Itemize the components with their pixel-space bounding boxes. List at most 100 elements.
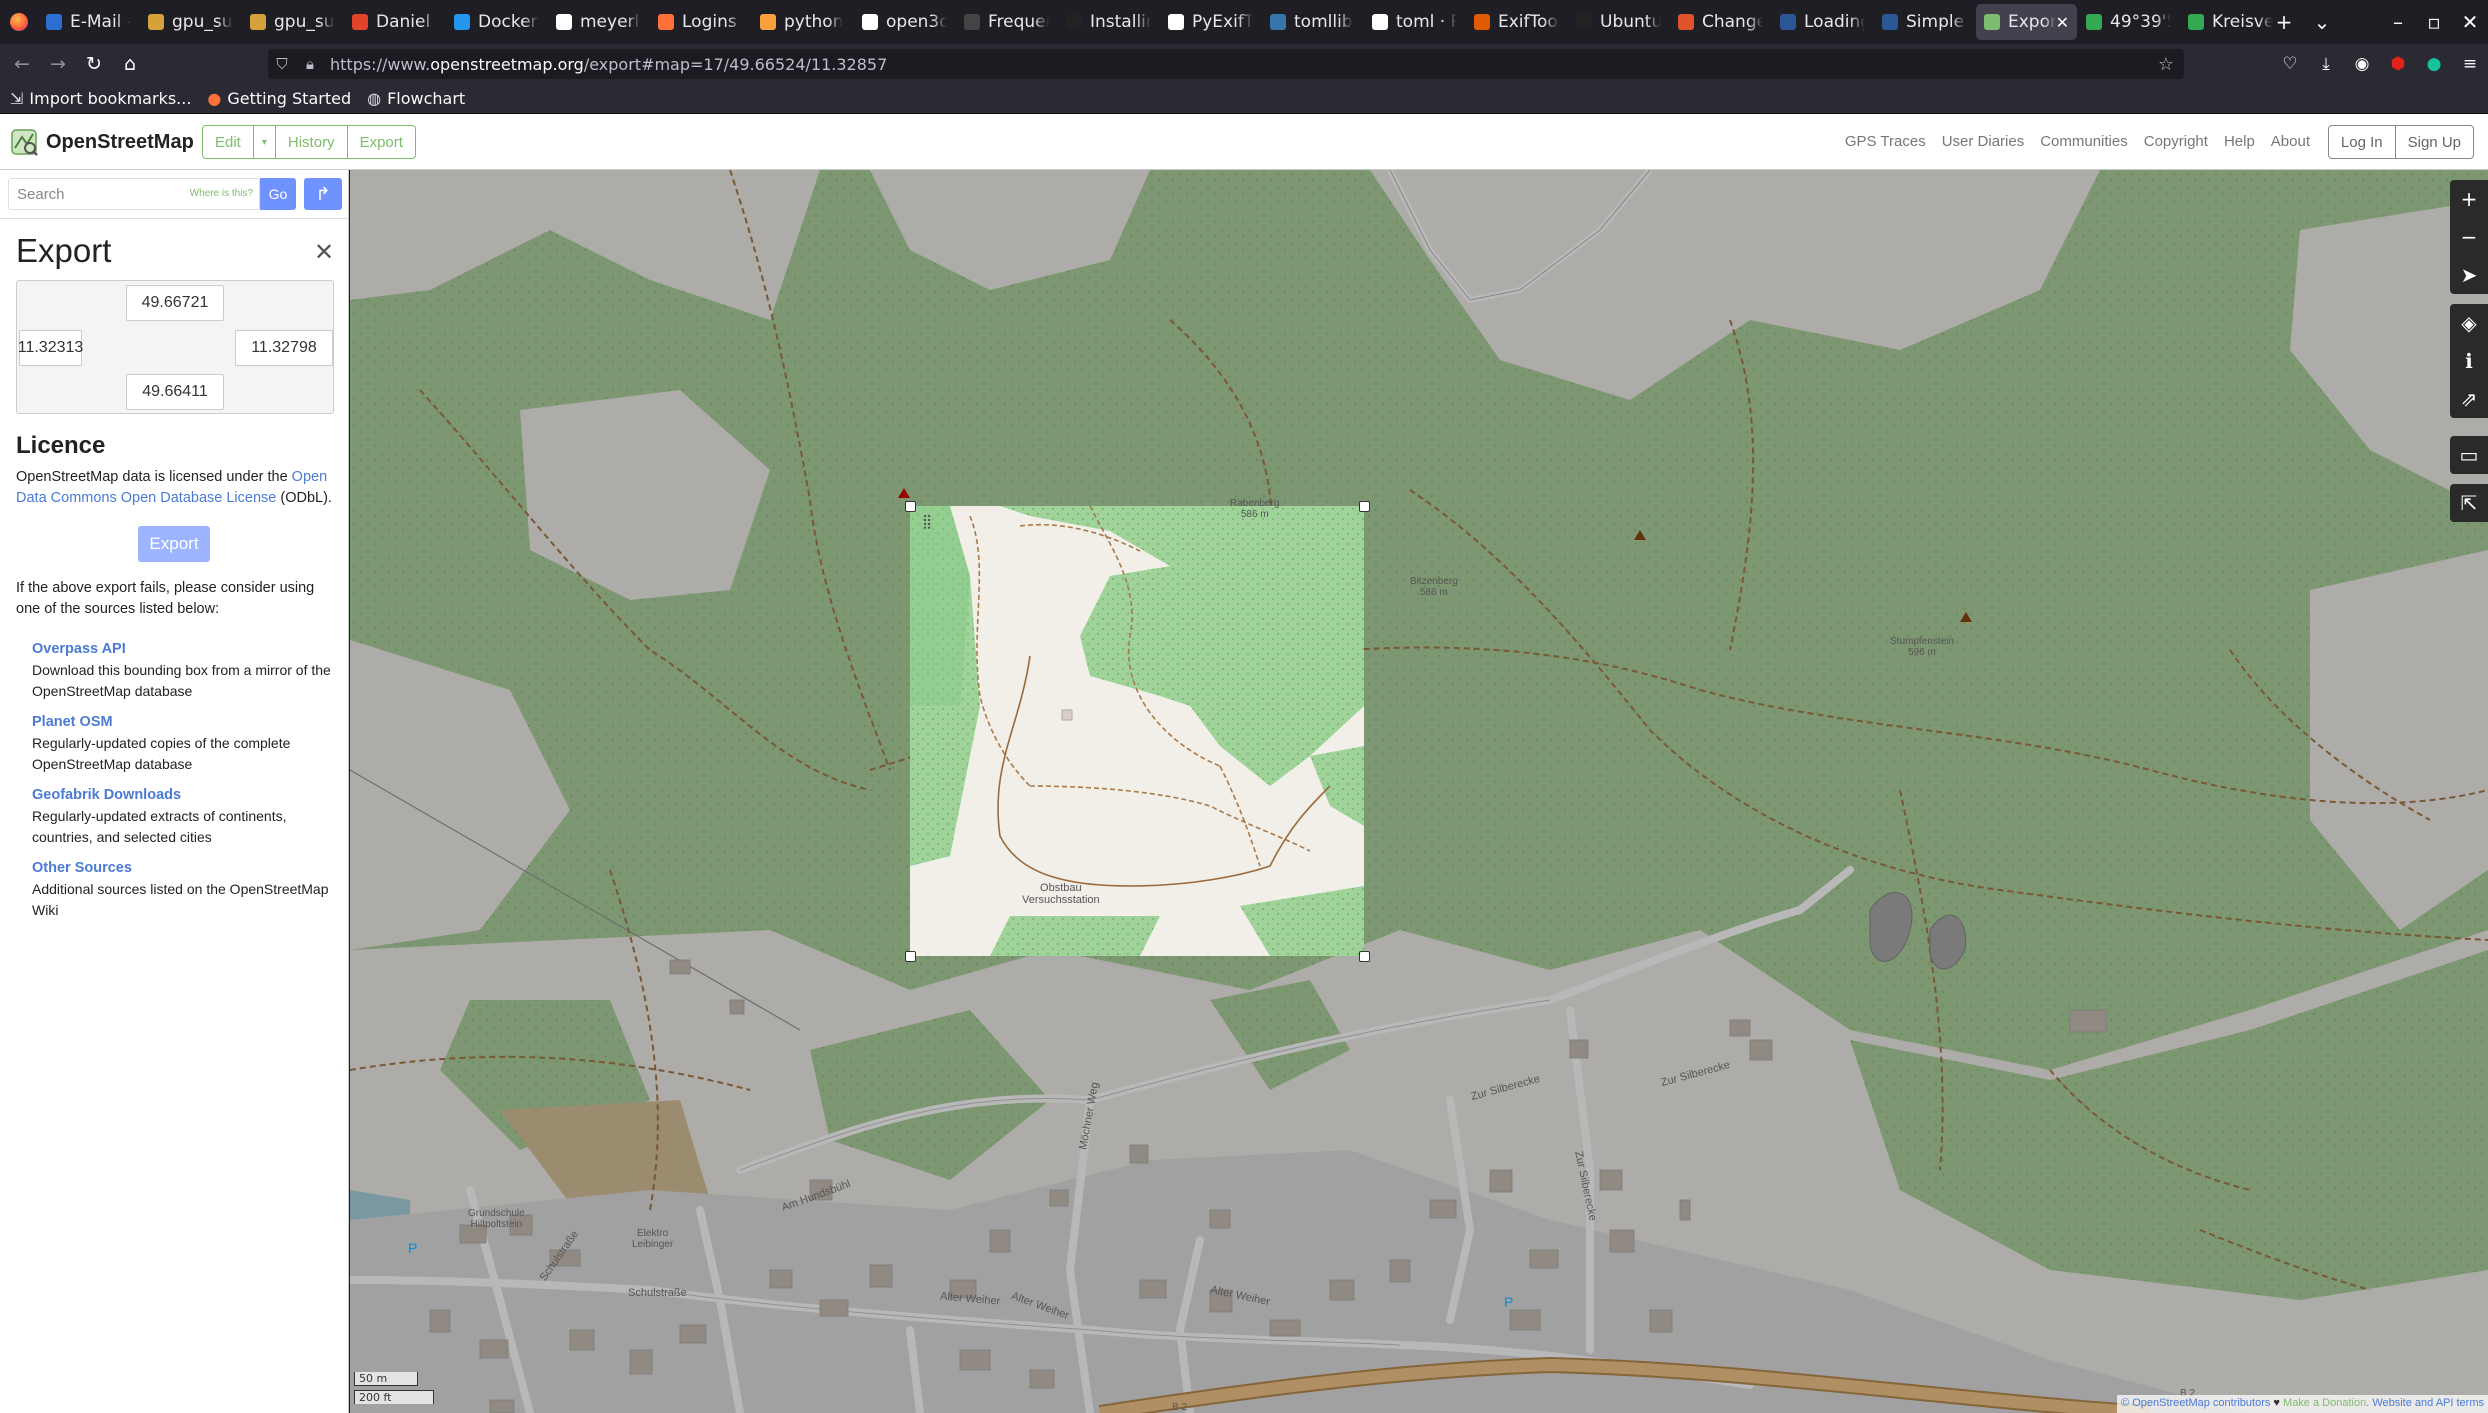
- layers-icon[interactable]: ◈: [2450, 304, 2488, 342]
- close-tab-icon[interactable]: ✕: [2056, 13, 2069, 32]
- label-rabenberg: Rabenberg 586 m: [1230, 498, 1279, 520]
- bookmark-import[interactable]: ⇲ Import bookmarks...: [10, 89, 191, 108]
- favicon-icon: [46, 14, 62, 30]
- link-about[interactable]: About: [2271, 133, 2310, 150]
- query-features-icon[interactable]: ⇱: [2450, 484, 2488, 522]
- zoom-in-icon[interactable]: +: [2450, 180, 2488, 218]
- terms-link[interactable]: . Website and API terms: [2366, 1397, 2484, 1409]
- tab[interactable]: Frequently: [956, 4, 1057, 40]
- search-input[interactable]: Search Where is this?: [8, 178, 260, 210]
- history-button[interactable]: History: [276, 126, 348, 158]
- bookmark-label: Flowchart: [387, 89, 466, 108]
- bbox-east-input[interactable]: 11.32798: [235, 330, 333, 366]
- tab[interactable]: Simple C: [1874, 4, 1975, 40]
- info-icon[interactable]: ℹ: [2450, 342, 2488, 380]
- adblock-icon[interactable]: ⬢: [2380, 54, 2416, 74]
- tab[interactable]: gpu_sup: [242, 4, 343, 40]
- reload-icon[interactable]: ↻: [76, 53, 112, 75]
- signup-button[interactable]: Sign Up: [2396, 126, 2473, 158]
- tab[interactable]: Ubuntu: [1568, 4, 1669, 40]
- pocket-icon[interactable]: ♡: [2272, 54, 2308, 74]
- login-button[interactable]: Log In: [2329, 126, 2396, 158]
- tab[interactable]: ExifTool: [1466, 4, 1567, 40]
- where-is-this-link[interactable]: Where is this?: [190, 188, 253, 199]
- tab[interactable]: PyExifTo: [1160, 4, 1261, 40]
- selection-handle-sw[interactable]: [905, 951, 916, 962]
- add-note-icon[interactable]: ▭: [2450, 436, 2488, 474]
- forward-icon[interactable]: →: [40, 53, 76, 75]
- share-icon[interactable]: ⇗: [2450, 380, 2488, 418]
- back-icon[interactable]: ←: [4, 53, 40, 75]
- overpass-link[interactable]: Overpass API: [32, 641, 126, 657]
- list-all-tabs-icon[interactable]: ⌄: [2304, 10, 2340, 34]
- link-communities[interactable]: Communities: [2040, 133, 2128, 150]
- go-button[interactable]: Go: [260, 178, 296, 210]
- export-selection-box[interactable]: [910, 505, 1364, 956]
- close-icon[interactable]: ✕: [314, 238, 334, 267]
- bbox-south-input[interactable]: 49.66411: [126, 374, 224, 410]
- bbox-west-input[interactable]: 11.32313: [18, 330, 83, 366]
- tab[interactable]: python: [752, 4, 853, 40]
- map-canvas[interactable]: ⣿ Rabenberg 586 m Bitzenberg 586 m Stumpfe…: [350, 170, 2488, 1413]
- planet-osm-link[interactable]: Planet OSM: [32, 714, 113, 730]
- directions-icon[interactable]: ↱: [304, 178, 342, 210]
- link-user-diaries[interactable]: User Diaries: [1942, 133, 2025, 150]
- drag-move-icon[interactable]: ⣿: [922, 514, 932, 530]
- tab[interactable]: open3d: [854, 4, 955, 40]
- tab[interactable]: toml · Py: [1364, 4, 1465, 40]
- geofabrik-link[interactable]: Geofabrik Downloads: [32, 787, 181, 803]
- place-name: Hiltpoltstein: [470, 1219, 523, 1230]
- edit-button[interactable]: Edit: [203, 126, 254, 158]
- selection-handle-ne[interactable]: [1359, 501, 1370, 512]
- tab[interactable]: Logins &: [650, 4, 751, 40]
- link-copyright[interactable]: Copyright: [2144, 133, 2208, 150]
- edit-dropdown-icon[interactable]: ▾: [254, 126, 276, 158]
- tab[interactable]: Installin: [1058, 4, 1159, 40]
- shield-icon[interactable]: ⛉: [268, 55, 296, 73]
- tab-strip: E-Mail - gpu_sup gpu_sup Daniel Z Docker F me…: [38, 0, 2282, 44]
- tab[interactable]: gpu_sup: [140, 4, 241, 40]
- bookmark-flowchart[interactable]: ◍ Flowchart: [367, 89, 465, 108]
- tab[interactable]: meyerls: [548, 4, 649, 40]
- other-sources-link[interactable]: Other Sources: [32, 860, 132, 876]
- minimize-icon[interactable]: –: [2380, 10, 2416, 34]
- new-tab-icon[interactable]: +: [2266, 10, 2302, 34]
- link-help[interactable]: Help: [2224, 133, 2255, 150]
- donate-link[interactable]: Make a Donation: [2283, 1397, 2366, 1409]
- attribution-contributors-link[interactable]: © OpenStreetMap contributors: [2121, 1397, 2270, 1409]
- zoom-out-icon[interactable]: −: [2450, 218, 2488, 256]
- tab[interactable]: Change: [1670, 4, 1771, 40]
- export-fail-note: If the above export fails, please consid…: [16, 580, 315, 617]
- export-data-button[interactable]: Export: [138, 526, 210, 562]
- tab[interactable]: 49°39'57: [2078, 4, 2179, 40]
- firefox-menu-icon[interactable]: [0, 0, 38, 44]
- account-icon[interactable]: ◉: [2344, 54, 2380, 74]
- url-bar[interactable]: ⛉ 🔒︎ https://www.openstreetmap.org/expor…: [268, 49, 2184, 79]
- tab[interactable]: Docker F: [446, 4, 547, 40]
- export-button[interactable]: Export: [348, 126, 415, 158]
- link-gps-traces[interactable]: GPS Traces: [1845, 133, 1926, 150]
- locate-icon[interactable]: ➤: [2450, 256, 2488, 294]
- osm-brand[interactable]: OpenStreetMap: [10, 128, 194, 156]
- tab[interactable]: Loading: [1772, 4, 1873, 40]
- favicon-icon: [1066, 14, 1082, 30]
- favicon-icon: [454, 14, 470, 30]
- bookmark-getting-started[interactable]: ● Getting Started: [207, 89, 351, 108]
- restore-icon[interactable]: ▫: [2416, 10, 2452, 34]
- bbox-north-input[interactable]: 49.66721: [126, 285, 224, 321]
- downloads-icon[interactable]: ⤓: [2308, 54, 2344, 74]
- tab-active[interactable]: Export✕: [1976, 4, 2077, 40]
- favicon-icon: [1270, 14, 1286, 30]
- tab[interactable]: E-Mail -: [38, 4, 139, 40]
- close-window-icon[interactable]: ✕: [2452, 10, 2488, 34]
- tab[interactable]: Daniel Z: [344, 4, 445, 40]
- selection-handle-nw[interactable]: [905, 501, 916, 512]
- bookmark-star-icon[interactable]: ☆: [2158, 54, 2174, 75]
- source-desc: Download this bounding box from a mirror…: [32, 662, 331, 699]
- lock-icon[interactable]: 🔒︎: [296, 55, 324, 73]
- home-icon[interactable]: ⌂: [112, 53, 148, 75]
- grammarly-icon[interactable]: ●: [2416, 54, 2452, 74]
- tab[interactable]: tomllib: [1262, 4, 1363, 40]
- selection-handle-se[interactable]: [1359, 951, 1370, 962]
- app-menu-icon[interactable]: ≡: [2452, 54, 2488, 74]
